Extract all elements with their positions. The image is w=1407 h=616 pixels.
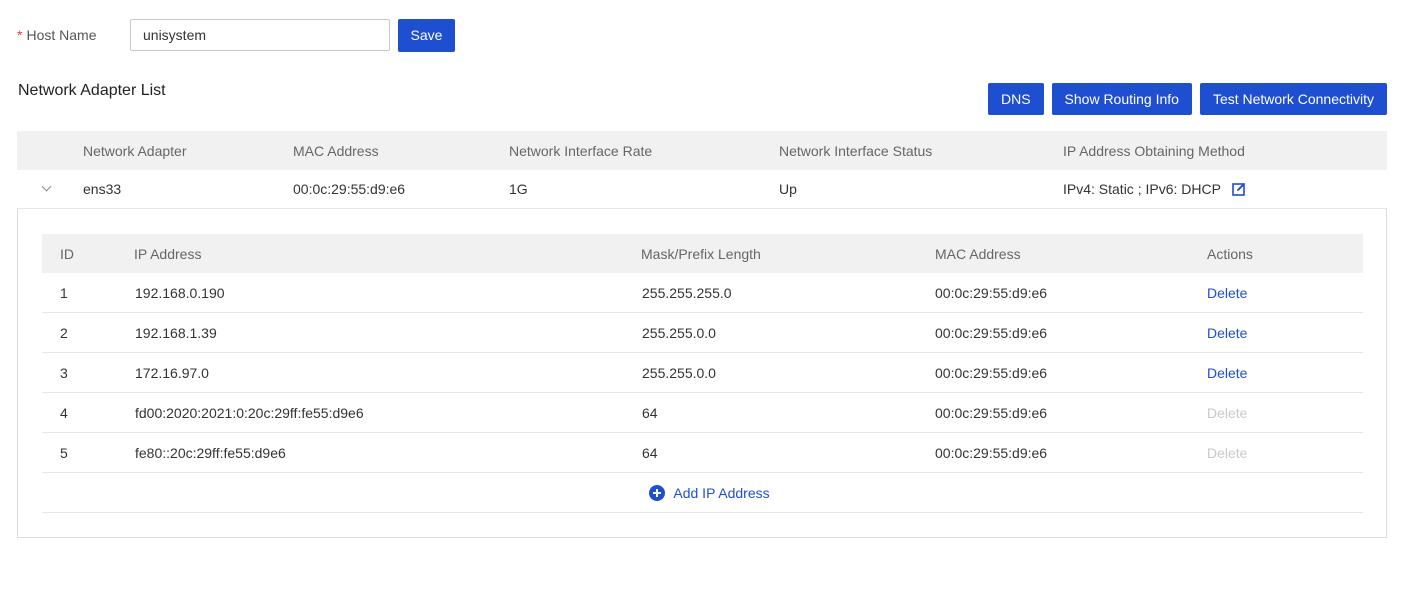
required-mark: * (17, 27, 23, 43)
row-ip-address: 172.16.97.0 (135, 364, 209, 381)
host-name-row: *Host Name Save (17, 18, 455, 52)
row-id: 3 (60, 364, 68, 381)
row-ip-address: fd00:2020:2021:0:20c:29ff:fe55:d9e6 (135, 404, 364, 421)
add-ip-address-label[interactable]: Add IP Address (673, 485, 769, 501)
adapter-ip-method-cell: IPv4: Static ; IPv6: DHCP (1063, 181, 1387, 197)
host-name-label: * Host Name (17, 27, 130, 43)
network-adapter-table: Network Adapter MAC Address Network Inte… (17, 131, 1387, 209)
delete-link[interactable]: Delete (1207, 325, 1247, 341)
column-header-network-adapter: Network Adapter (83, 142, 187, 159)
row-mac: 00:0c:29:55:d9:e6 (935, 324, 1048, 341)
delete-link[interactable]: Delete (1207, 365, 1247, 381)
column-header-id: ID (60, 245, 74, 262)
table-row: 4 fd00:2020:2021:0:20c:29ff:fe55:d9e6 64… (42, 393, 1363, 433)
host-name-label-text: Host Name (26, 27, 97, 43)
column-header-interface-rate: Network Interface Rate (509, 142, 653, 159)
row-id: 4 (60, 404, 68, 421)
column-header-ip-method: IP Address Obtaining Method (1063, 142, 1245, 159)
column-header-actions: Actions (1207, 245, 1253, 262)
table-row: 1 192.168.0.190 255.255.255.0 00:0c:29:5… (42, 273, 1363, 313)
adapter-ip-method: IPv4: Static ; IPv6: DHCP (1063, 181, 1221, 197)
column-header-interface-status: Network Interface Status (779, 142, 933, 159)
host-name-input[interactable] (130, 19, 390, 51)
row-id: 5 (60, 444, 68, 461)
delete-link[interactable]: Delete (1207, 285, 1247, 301)
chevron-down-icon[interactable] (41, 181, 51, 192)
row-id: 2 (60, 324, 68, 341)
column-header-ip-address: IP Address (134, 245, 202, 262)
ip-address-table: ID IP Address Mask/Prefix Length MAC Add… (42, 234, 1363, 513)
row-mask: 64 (642, 404, 658, 421)
ip-table-header: ID IP Address Mask/Prefix Length MAC Add… (42, 234, 1363, 273)
adapter-rate: 1G (509, 181, 528, 197)
column-header-mac-address: MAC Address (293, 142, 379, 159)
save-button[interactable]: Save (398, 18, 455, 52)
add-ip-row: Add IP Address (42, 473, 1363, 513)
test-network-connectivity-button[interactable]: Test Network Connectivity (1199, 83, 1387, 115)
row-mask: 255.255.0.0 (642, 324, 716, 341)
add-ip-address-button[interactable]: Add IP Address (649, 484, 770, 501)
adapter-detail-panel: ID IP Address Mask/Prefix Length MAC Add… (17, 209, 1387, 538)
row-ip-address: 192.168.1.39 (135, 324, 217, 341)
row-mask: 255.255.0.0 (642, 364, 716, 381)
show-routing-info-button[interactable]: Show Routing Info (1051, 83, 1192, 115)
row-mask: 255.255.255.0 (642, 284, 732, 301)
table-row: 2 192.168.1.39 255.255.0.0 00:0c:29:55:d… (42, 313, 1363, 353)
adapter-table-header: Network Adapter MAC Address Network Inte… (17, 131, 1387, 170)
adapter-name: ens33 (83, 181, 122, 197)
row-mac: 00:0c:29:55:d9:e6 (935, 444, 1048, 461)
row-mac: 00:0c:29:55:d9:e6 (935, 364, 1048, 381)
row-mask: 64 (642, 444, 658, 461)
column-header-mask: Mask/Prefix Length (641, 245, 761, 262)
row-ip-address: fe80::20c:29ff:fe55:d9e6 (135, 444, 286, 461)
row-id: 1 (60, 284, 68, 301)
dns-button[interactable]: DNS (987, 83, 1044, 115)
edit-icon[interactable] (1232, 182, 1246, 196)
row-mac: 00:0c:29:55:d9:e6 (935, 404, 1048, 421)
plus-circle-icon[interactable] (649, 484, 666, 501)
network-adapter-list-title: Network Adapter List (18, 82, 166, 99)
adapter-row: ens33 00:0c:29:55:d9:e6 1G Up IPv4: Stat… (17, 170, 1387, 209)
expand-toggle[interactable] (17, 181, 83, 192)
adapter-toolbar: DNS Show Routing Info Test Network Conne… (987, 83, 1387, 115)
row-ip-address: 192.168.0.190 (135, 284, 225, 301)
adapter-status: Up (779, 181, 797, 197)
column-header-mac: MAC Address (935, 245, 1021, 262)
table-row: 5 fe80::20c:29ff:fe55:d9e6 64 00:0c:29:5… (42, 433, 1363, 473)
delete-link-disabled: Delete (1207, 404, 1248, 421)
row-mac: 00:0c:29:55:d9:e6 (935, 284, 1048, 301)
adapter-mac: 00:0c:29:55:d9:e6 (293, 181, 406, 197)
table-row: 3 172.16.97.0 255.255.0.0 00:0c:29:55:d9… (42, 353, 1363, 393)
delete-link-disabled: Delete (1207, 444, 1248, 461)
